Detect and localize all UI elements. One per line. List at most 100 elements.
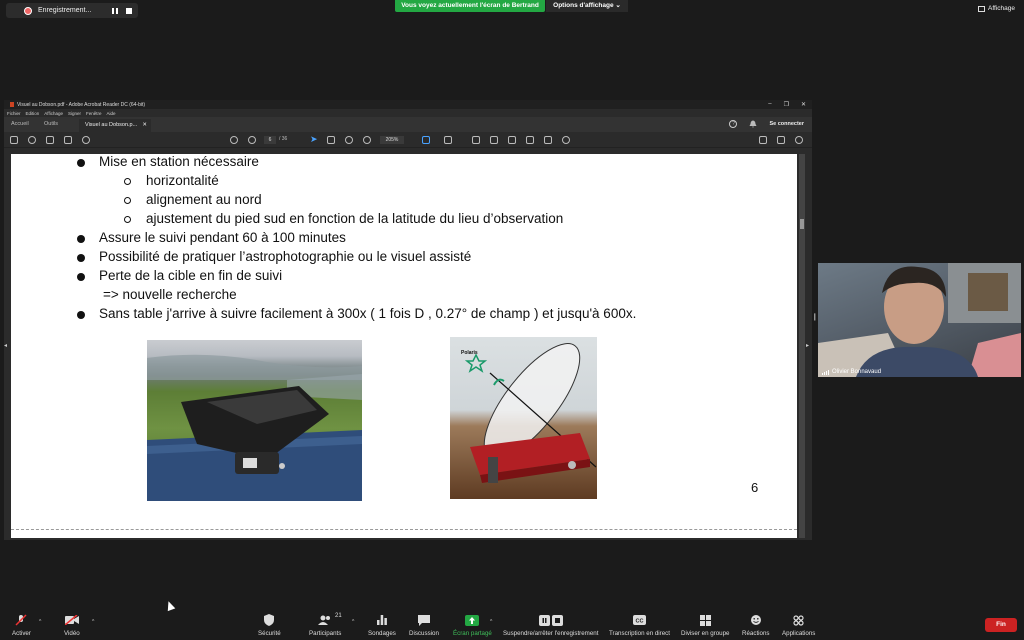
participants-count: 21	[335, 613, 342, 619]
zoom-out-icon[interactable]	[345, 136, 353, 144]
pdf-page: Mise en station nécessaire horizontalité…	[11, 154, 797, 538]
bullet-icon	[77, 273, 85, 281]
bell-icon[interactable]	[749, 120, 757, 128]
end-meeting-button[interactable]: Fin	[985, 618, 1017, 632]
security-button[interactable]: Sécurité	[258, 614, 281, 637]
help-icon[interactable]: ?	[729, 120, 738, 128]
highlight-icon[interactable]	[490, 136, 498, 144]
live-transcript-button[interactable]: CC Transcription en direct	[609, 614, 670, 637]
previous-page-icon[interactable]	[230, 136, 238, 144]
participant-name: Olivier Bonnavaud	[822, 369, 881, 375]
tab-outils[interactable]: Outils	[44, 121, 58, 127]
window-title: Visuel au Dobson.pdf - Adobe Acrobat Rea…	[17, 101, 146, 108]
tab-document[interactable]: Visuel au Dobson.p... ✕	[79, 119, 151, 132]
zoom-in-icon[interactable]	[363, 136, 371, 144]
panel-divider[interactable]: ┃	[813, 314, 817, 321]
pdf-icon	[10, 102, 14, 107]
video-button[interactable]: Vidéo	[64, 614, 80, 637]
slide-line: alignement au nord	[146, 192, 262, 207]
vertical-scrollbar[interactable]	[799, 154, 805, 538]
print-icon[interactable]	[64, 136, 72, 144]
right-arrow-icon[interactable]: ▸	[806, 342, 809, 349]
mail-icon[interactable]	[777, 136, 785, 144]
top-bar: Enregistrement... Vous voyez actuellemen…	[0, 0, 1024, 20]
view-options-button[interactable]: Options d'affichage ⌄	[546, 0, 628, 12]
slide-line: Perte de la cible en fin de suivi	[99, 268, 283, 283]
breakout-rooms-icon	[698, 614, 712, 626]
chevron-up-icon[interactable]: ^	[39, 619, 41, 625]
menu-signer[interactable]: Signer	[68, 111, 81, 116]
text-icon[interactable]	[526, 136, 534, 144]
select-tool-icon[interactable]: ➤	[310, 135, 318, 144]
draw-icon[interactable]	[508, 136, 516, 144]
search-icon[interactable]	[82, 136, 90, 144]
chat-button[interactable]: Discussion	[409, 614, 439, 637]
window-titlebar: Visuel au Dobson.pdf - Adobe Acrobat Rea…	[4, 100, 812, 109]
comment-icon[interactable]	[472, 136, 480, 144]
security-label: Sécurité	[258, 630, 281, 637]
pause-stop-recording-button[interactable]: Suspendre/arrêter l'enregistrement	[503, 614, 598, 637]
slide-number: 6	[751, 480, 759, 495]
share-screen-button[interactable]: Écran partagé	[453, 614, 492, 637]
apps-button[interactable]: Applications	[782, 614, 815, 637]
scrollbar-thumb[interactable]	[800, 219, 804, 229]
chevron-down-icon: ⌄	[615, 2, 621, 9]
acrobat-toolbar: 6 / 36 ➤ 205%	[4, 132, 812, 148]
slide-line: Assure le suivi pendant 60 à 100 minutes	[99, 230, 346, 245]
meeting-toolbar: Activer ^ Vidéo ^ Sécurité Participants …	[0, 604, 1024, 640]
bullet-icon	[77, 235, 85, 243]
bullet-icon	[77, 311, 85, 319]
menu-edition[interactable]: Edition	[26, 111, 40, 116]
page-break-line	[11, 529, 797, 530]
slide-line: ajustement du pied sud en fonction de la…	[146, 211, 564, 226]
chevron-up-icon[interactable]: ^	[352, 619, 354, 625]
chevron-up-icon[interactable]: ^	[92, 619, 94, 625]
zoom-level-select[interactable]: 205%	[380, 136, 404, 144]
menu-affichage[interactable]: Affichage	[44, 111, 63, 116]
delete-icon[interactable]	[544, 136, 552, 144]
video-off-icon	[64, 614, 79, 626]
recording-dot-icon	[24, 6, 32, 15]
rotate-icon[interactable]	[562, 136, 570, 144]
apps-icon	[792, 614, 806, 626]
poll-icon	[375, 614, 389, 626]
breakout-rooms-button[interactable]: Diviser en groupe	[681, 614, 730, 637]
tab-accueil[interactable]: Accueil	[11, 121, 29, 127]
bullet-icon	[77, 254, 85, 262]
unmute-button[interactable]: Activer	[12, 614, 31, 637]
apps-label: Applications	[782, 630, 816, 637]
hand-tool-icon[interactable]	[327, 136, 335, 144]
menu-fenetre[interactable]: Fenêtre	[86, 111, 102, 116]
share-link-icon[interactable]	[759, 136, 767, 144]
minimize-button[interactable]: –	[768, 101, 771, 108]
muted-mic-icon	[14, 614, 28, 626]
left-arrow-icon[interactable]: ◂	[4, 342, 7, 349]
page-number-input[interactable]: 6	[264, 136, 276, 144]
chevron-up-icon[interactable]: ^	[490, 619, 492, 625]
next-page-icon[interactable]	[248, 136, 256, 144]
acrobat-tabs: Accueil Outils Visuel au Dobson.p... ✕ ?…	[4, 117, 812, 132]
reactions-button[interactable]: Réactions	[742, 614, 770, 637]
view-button[interactable]: Affichage	[978, 5, 1015, 12]
menu-fichier[interactable]: Fichier	[7, 111, 21, 116]
close-window-button[interactable]: ✕	[801, 101, 806, 108]
upload-icon[interactable]	[46, 136, 54, 144]
breakout-rooms-label: Diviser en groupe	[681, 630, 730, 637]
signal-icon	[822, 369, 829, 375]
star-icon[interactable]	[28, 136, 36, 144]
save-icon[interactable]	[10, 136, 18, 144]
maximize-button[interactable]: ❐	[784, 101, 789, 108]
menu-aide[interactable]: Aide	[107, 111, 116, 116]
polaris-label: Polaris	[461, 350, 478, 356]
close-tab-icon[interactable]: ✕	[142, 122, 147, 128]
participant-video[interactable]: Olivier Bonnavaud	[818, 263, 1021, 377]
view-options-label: Options d'affichage	[553, 2, 614, 9]
telescope-table-photo	[147, 340, 362, 501]
page-layout-icon[interactable]	[422, 136, 430, 144]
scroll-mode-icon[interactable]	[444, 136, 452, 144]
account-icon[interactable]	[795, 136, 803, 144]
sign-in-button[interactable]: Se connecter	[769, 121, 804, 127]
polls-button[interactable]: Sondages	[368, 614, 396, 637]
pause-recording-button[interactable]	[112, 7, 118, 14]
stop-recording-button[interactable]	[126, 7, 132, 14]
